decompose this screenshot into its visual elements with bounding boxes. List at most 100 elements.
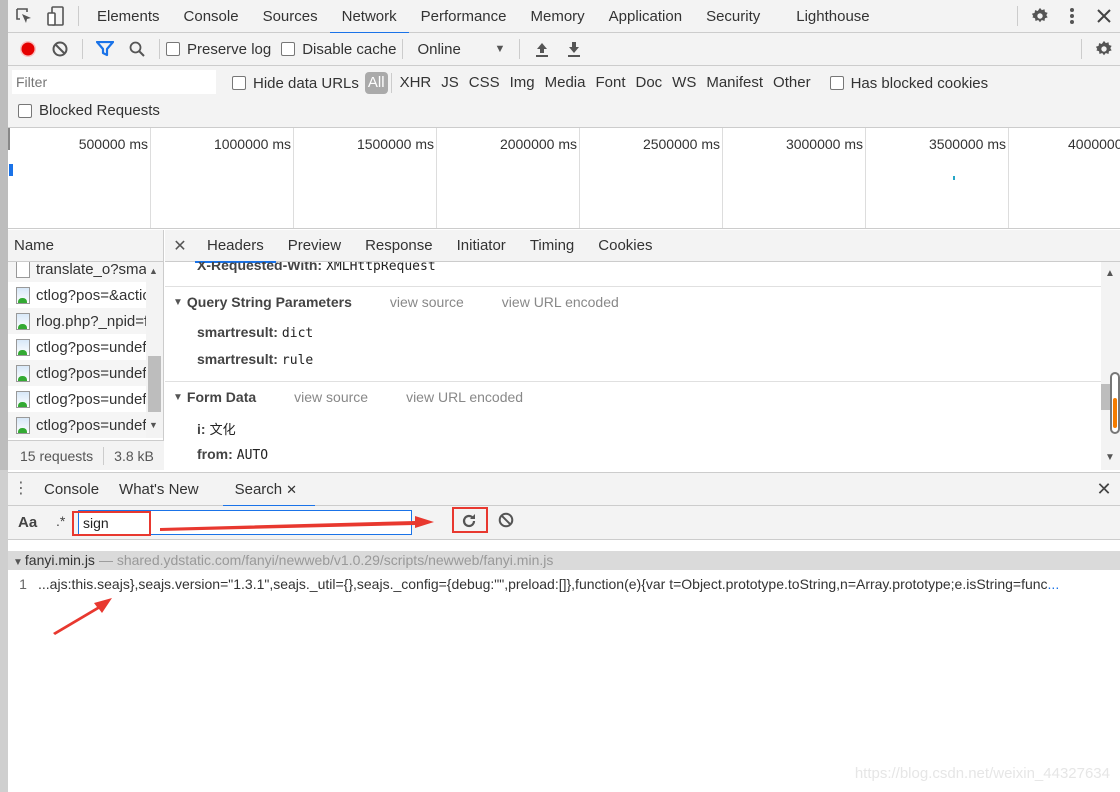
more-menu-icon[interactable]: [1056, 0, 1088, 32]
timeline-handle[interactable]: [8, 128, 10, 150]
close-tab-icon[interactable]: ✕: [286, 482, 297, 497]
result-snippet: ...ajs:this.seajs},seajs.version="1.3.1"…: [38, 576, 1048, 592]
view-source-link[interactable]: view source: [390, 294, 464, 310]
view-source-link[interactable]: view source: [294, 389, 368, 405]
annotation-box-refresh: [452, 507, 488, 533]
checkbox-box[interactable]: [166, 42, 180, 56]
scrollbar-thumb[interactable]: [148, 356, 161, 412]
device-toolbar-icon[interactable]: [40, 0, 72, 32]
disable-cache-checkbox[interactable]: Disable cache: [281, 41, 396, 58]
type-filter-js[interactable]: JS: [436, 72, 464, 94]
divider: [390, 73, 392, 93]
tab-elements[interactable]: Elements: [85, 0, 172, 33]
request-row[interactable]: ctlog?pos=undefined: [8, 334, 146, 360]
request-row[interactable]: ctlog?pos=undefined: [8, 360, 146, 386]
scroll-up-arrow-icon[interactable]: ▲: [149, 266, 158, 276]
tab-response[interactable]: Response: [353, 230, 445, 262]
request-row[interactable]: translate_o?smartresult=dict&smartresult…: [8, 262, 146, 282]
blocked-requests-checkbox[interactable]: Blocked Requests: [18, 102, 160, 119]
filter-funnel-button[interactable]: [89, 35, 121, 63]
network-overview-timeline[interactable]: 500000 ms 1000000 ms 1500000 ms 2000000 …: [8, 128, 1120, 229]
expand-triangle-icon[interactable]: ▼: [173, 297, 183, 308]
disable-cache-label: Disable cache: [302, 40, 397, 58]
type-filter-font[interactable]: Font: [590, 72, 630, 94]
search-button[interactable]: [121, 35, 153, 63]
scroll-up-arrow-icon[interactable]: ▲: [1105, 268, 1115, 279]
has-blocked-cookies-checkbox[interactable]: Has blocked cookies: [829, 75, 988, 92]
request-row[interactable]: ctlog?pos=undefined: [8, 386, 146, 412]
settings-gear-icon[interactable]: [1024, 0, 1056, 32]
name-column-header[interactable]: Name: [8, 230, 163, 262]
type-filter-img[interactable]: Img: [505, 72, 540, 94]
tab-application[interactable]: Application: [597, 0, 694, 33]
type-filter-all[interactable]: All: [364, 72, 388, 94]
search-result-file[interactable]: ▼ fanyi.min.js — shared.ydstatic.com/fanyi…: [8, 551, 1120, 570]
close-details-icon[interactable]: ✕: [165, 236, 195, 256]
tab-headers[interactable]: Headers: [195, 230, 276, 263]
import-har-button[interactable]: [526, 35, 558, 63]
request-row[interactable]: ctlog?pos=&action=: [8, 282, 146, 308]
tab-initiator[interactable]: Initiator: [445, 230, 518, 262]
checkbox-box[interactable]: [232, 76, 246, 90]
close-drawer-icon[interactable]: ✕: [1088, 479, 1120, 500]
scroll-down-arrow-icon[interactable]: ▼: [1105, 452, 1115, 463]
query-string-section-header[interactable]: ▼ Query String Parameters view source vi…: [173, 294, 619, 310]
checkbox-box[interactable]: [829, 76, 844, 90]
close-devtools-icon[interactable]: [1088, 0, 1120, 32]
type-filter-manifest[interactable]: Manifest: [701, 72, 768, 94]
type-filter-other[interactable]: Other: [768, 72, 816, 94]
param-key: i:: [197, 421, 206, 437]
expand-triangle-icon[interactable]: ▼: [173, 392, 183, 403]
hide-data-urls-checkbox[interactable]: Hide data URLs: [232, 75, 359, 92]
clear-button[interactable]: [44, 35, 76, 63]
export-har-button[interactable]: [558, 35, 590, 63]
type-filter-css[interactable]: CSS: [464, 72, 505, 94]
tab-memory[interactable]: Memory: [519, 0, 597, 33]
drawer-tab-whats-new[interactable]: What's New: [109, 473, 209, 506]
tab-network[interactable]: Network: [329, 0, 409, 34]
view-url-encoded-link[interactable]: view URL encoded: [406, 389, 523, 405]
checkbox-box[interactable]: [18, 103, 32, 118]
filter-input[interactable]: [12, 70, 216, 94]
throttling-select[interactable]: Online ▼: [409, 41, 513, 58]
query-param-row: smartresult: rule: [197, 351, 313, 368]
type-filter-doc[interactable]: Doc: [630, 72, 667, 94]
tab-cookies[interactable]: Cookies: [586, 230, 664, 262]
preserve-log-checkbox[interactable]: Preserve log: [166, 41, 271, 58]
tab-sources[interactable]: Sources: [251, 0, 330, 33]
type-filter-xhr[interactable]: XHR: [395, 72, 437, 94]
scroll-down-arrow-icon[interactable]: ▼: [149, 420, 158, 430]
type-filter-ws[interactable]: WS: [667, 72, 701, 94]
tab-preview[interactable]: Preview: [276, 230, 353, 262]
clear-search-icon[interactable]: [498, 512, 514, 531]
drawer-tab-console[interactable]: Console: [34, 473, 109, 506]
view-url-encoded-link[interactable]: view URL encoded: [502, 294, 619, 310]
inspect-element-icon[interactable]: [8, 0, 40, 32]
drawer-tab-search[interactable]: Search ✕: [222, 473, 316, 507]
gridline: [722, 128, 723, 228]
expand-triangle-icon[interactable]: ▼: [13, 557, 23, 568]
gridline: [1008, 128, 1009, 228]
tab-lighthouse[interactable]: Lighthouse: [784, 0, 881, 33]
type-filter-media[interactable]: Media: [540, 72, 591, 94]
tick-label: 1500000 ms: [356, 136, 434, 152]
record-button[interactable]: [12, 35, 44, 63]
request-header-row: X-Requested-With: XMLHttpRequest: [197, 262, 436, 274]
details-scrollbar[interactable]: ▲ ▼: [1101, 262, 1120, 470]
regex-toggle[interactable]: .*: [56, 513, 65, 529]
tab-security[interactable]: Security: [694, 0, 772, 33]
drawer-menu-icon[interactable]: ⋮: [8, 481, 34, 497]
request-row[interactable]: ctlog?pos=undefined: [8, 412, 146, 438]
result-more[interactable]: ...: [1048, 576, 1060, 592]
request-row[interactable]: rlog.php?_npid=fanyiweb: [8, 308, 146, 334]
request-list-scrollbar[interactable]: ▲ ▼: [146, 262, 163, 438]
checkbox-box[interactable]: [281, 42, 296, 56]
search-result-line[interactable]: 1 ...ajs:this.seajs},seajs.version="1.3.1…: [8, 573, 1120, 595]
tab-performance[interactable]: Performance: [409, 0, 519, 33]
tab-timing[interactable]: Timing: [518, 230, 586, 262]
match-case-toggle[interactable]: Aa: [18, 514, 37, 531]
form-data-section-header[interactable]: ▼ Form Data view source view URL encoded: [173, 389, 523, 405]
network-settings-button[interactable]: [1088, 35, 1120, 63]
gridline: [865, 128, 866, 228]
tab-console[interactable]: Console: [172, 0, 251, 33]
